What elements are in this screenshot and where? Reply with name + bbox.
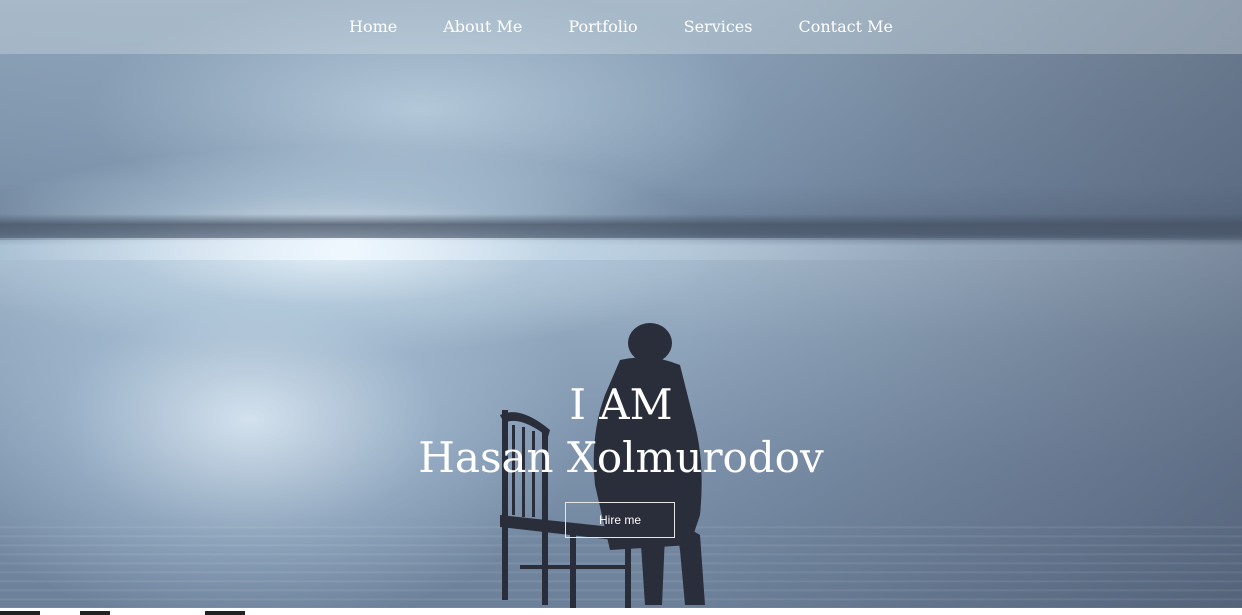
top-navbar: Home About Me Portfolio Services Contact… — [0, 0, 1242, 54]
nav-contact-link[interactable]: Contact Me — [775, 0, 915, 54]
nav-portfolio-link[interactable]: Portfolio — [545, 0, 660, 54]
nav-about-link[interactable]: About Me — [420, 0, 545, 54]
horizon-band — [0, 214, 1242, 240]
hire-me-button[interactable]: Hire me — [565, 502, 675, 538]
hero-section: Home About Me Portfolio Services Contact… — [0, 0, 1242, 615]
nav-services-link[interactable]: Services — [661, 0, 776, 54]
bottom-strip — [0, 608, 1242, 615]
water-glow — [0, 238, 1242, 260]
hero-heading: I AM Hasan Xolmurodov — [0, 378, 1242, 484]
nav-home-link[interactable]: Home — [326, 0, 420, 54]
nav-links: Home About Me Portfolio Services Contact… — [326, 0, 916, 54]
hero-name: Hasan Xolmurodov — [418, 433, 824, 482]
hero-line-i-am: I AM — [569, 380, 673, 429]
